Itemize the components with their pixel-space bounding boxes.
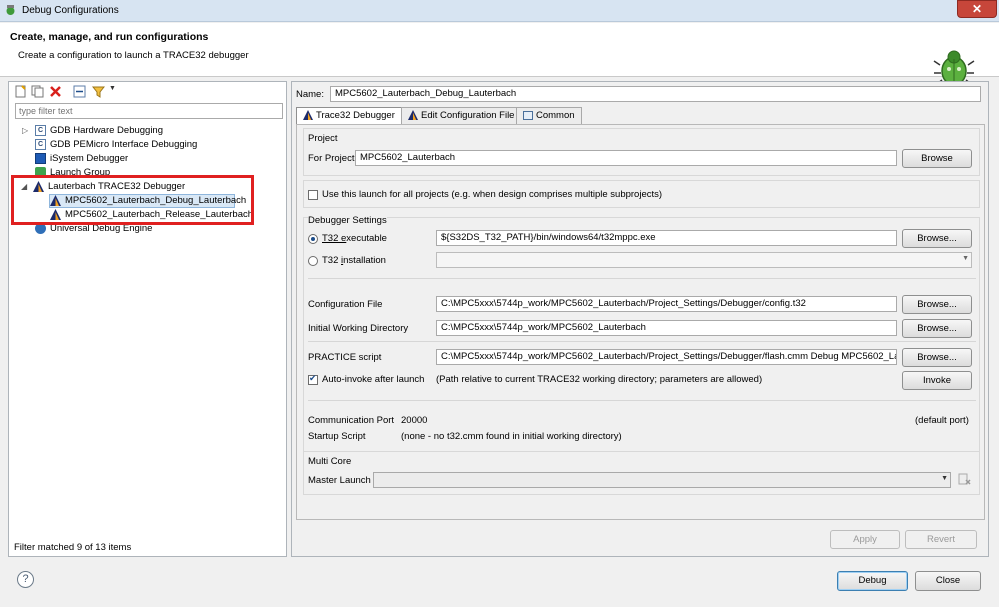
browse-workdir-button[interactable]: Browse... <box>902 319 972 338</box>
clear-launch-icon[interactable] <box>958 473 971 486</box>
configuration-editor-panel: Name: MPC5602_Lauterbach_Debug_Lauterbac… <box>291 81 989 557</box>
t32-executable-radio[interactable] <box>308 234 318 244</box>
use-launch-group: Use this launch for all projects (e.g. w… <box>303 180 980 208</box>
tab-common[interactable]: Common <box>516 107 582 125</box>
auto-invoke-checkbox[interactable] <box>308 373 318 385</box>
divider <box>308 400 976 401</box>
chevron-down-icon: ▼ <box>941 475 948 482</box>
tab-label: Common <box>536 110 575 121</box>
tree-item-isystem[interactable]: iSystem Debugger <box>35 152 128 166</box>
startup-script-label: Startup Script <box>308 431 366 442</box>
tab-trace32-debugger[interactable]: Trace32 Debugger <box>296 107 402 125</box>
common-tab-icon <box>523 110 533 120</box>
work-dir-label: Initial Working Directory <box>308 323 409 334</box>
project-group: Project For Project MPC5602_Lauterbach B… <box>303 128 980 176</box>
filter-status-text: Filter matched 9 of 13 items <box>14 542 132 553</box>
window-close-button[interactable]: ✕ <box>957 0 997 18</box>
t32-installation-label: T32 installation <box>322 255 386 266</box>
red-highlight-annotation <box>11 175 254 225</box>
multi-core-title: Multi Core <box>308 456 352 467</box>
new-configuration-icon[interactable] <box>14 85 27 98</box>
t32-installation-combo[interactable]: ▼ <box>436 252 972 268</box>
window-titlebar: Debug Configurations ✕ <box>0 0 999 22</box>
startup-script-value: (none - no t32.cmm found in initial work… <box>401 431 622 442</box>
revert-button[interactable]: Revert <box>905 530 977 549</box>
tree-item-label: GDB Hardware Debugging <box>50 125 164 136</box>
work-dir-input[interactable]: C:\MPC5xxx\5744p_work/MPC5602_Lauterbach <box>436 320 897 336</box>
practice-script-label: PRACTICE script <box>308 352 382 363</box>
tab-label: Edit Configuration File <box>421 110 515 121</box>
header-title: Create, manage, and run configurations <box>10 31 209 43</box>
chevron-down-icon: ▼ <box>962 255 969 262</box>
debug-app-icon <box>6 5 15 15</box>
browse-practice-button[interactable]: Browse... <box>902 348 972 367</box>
tab-content: Project For Project MPC5602_Lauterbach B… <box>296 124 985 520</box>
c-icon: C <box>35 124 46 136</box>
browse-config-button[interactable]: Browse... <box>902 295 972 314</box>
expand-arrow-icon[interactable]: ▷ <box>22 126 30 135</box>
comm-port-label: Communication Port <box>308 415 395 426</box>
use-launch-checkbox[interactable] <box>308 190 318 200</box>
dialog-header: Create, manage, and run configurations C… <box>0 23 999 86</box>
master-launch-label: Master Launch <box>308 475 371 486</box>
t32-installation-radio[interactable] <box>308 256 318 266</box>
c-icon: C <box>35 138 46 150</box>
duplicate-icon[interactable] <box>31 85 44 98</box>
invoke-button[interactable]: Invoke <box>902 371 972 390</box>
practice-script-input[interactable]: C:\MPC5xxx\5744p_work/MPC5602_Lauterbach… <box>436 349 897 365</box>
filter-input[interactable] <box>15 103 283 119</box>
project-input[interactable]: MPC5602_Lauterbach <box>355 150 897 166</box>
trace32-icon <box>303 110 313 121</box>
debugger-settings-title: Debugger Settings <box>308 215 387 226</box>
view-menu-chevron-down-icon[interactable]: ▼ <box>109 85 122 98</box>
tree-item-gdb-hardware[interactable]: C GDB Hardware Debugging <box>35 124 163 138</box>
tree-item-gdb-pemicro[interactable]: C GDB PEMicro Interface Debugging <box>35 138 197 152</box>
help-icon[interactable]: ? <box>17 571 34 588</box>
filter-icon[interactable] <box>92 85 105 98</box>
config-file-label: Configuration File <box>308 299 383 310</box>
auto-invoke-note: (Path relative to current TRACE32 workin… <box>436 374 763 385</box>
divider <box>308 341 976 342</box>
window-title: Debug Configurations <box>22 5 119 16</box>
delete-icon[interactable] <box>49 85 62 98</box>
name-input[interactable]: MPC5602_Lauterbach_Debug_Lauterbach <box>330 86 981 102</box>
project-group-title: Project <box>308 133 338 144</box>
t32-executable-label: T32 executable <box>322 233 387 244</box>
tab-edit-config-file[interactable]: Edit Configuration File <box>401 107 522 125</box>
debug-button[interactable]: Debug <box>837 571 908 591</box>
debugger-settings-group: Debugger Settings T32 executable ${S32DS… <box>303 215 980 472</box>
multi-core-group: Multi Core Master Launch ▼ <box>303 451 980 495</box>
auto-invoke-label: Auto-invoke after launch <box>322 374 425 385</box>
isystem-icon <box>35 152 46 164</box>
header-subtitle: Create a configuration to launch a TRACE… <box>18 50 249 61</box>
tree-item-label: iSystem Debugger <box>50 153 129 164</box>
master-launch-combo[interactable]: ▼ <box>373 472 951 488</box>
tree-item-label: GDB PEMicro Interface Debugging <box>50 139 198 150</box>
close-button[interactable]: Close <box>915 571 981 591</box>
collapse-all-icon[interactable] <box>73 85 86 98</box>
configuration-list-panel: ▼ C GDB Hardware Debugging ▷ C GDB PEMicro… <box>8 81 287 557</box>
browse-executable-button[interactable]: Browse... <box>902 229 972 248</box>
comm-port-note: (default port) <box>915 415 969 426</box>
browse-project-button[interactable]: Browse <box>902 149 972 168</box>
t32-executable-input[interactable]: ${S32DS_T32_PATH}/bin/windows64/t32mppc.… <box>436 230 897 246</box>
for-project-label: For Project <box>308 153 355 164</box>
use-launch-label: Use this launch for all projects (e.g. w… <box>322 189 663 200</box>
trace32-icon <box>408 110 418 121</box>
apply-button[interactable]: Apply <box>830 530 900 549</box>
name-label: Name: <box>296 89 324 100</box>
config-file-input[interactable]: C:\MPC5xxx\5744p_work/MPC5602_Lauterbach… <box>436 296 897 312</box>
divider <box>308 278 976 279</box>
comm-port-value: 20000 <box>401 415 428 426</box>
tab-label: Trace32 Debugger <box>316 110 395 121</box>
